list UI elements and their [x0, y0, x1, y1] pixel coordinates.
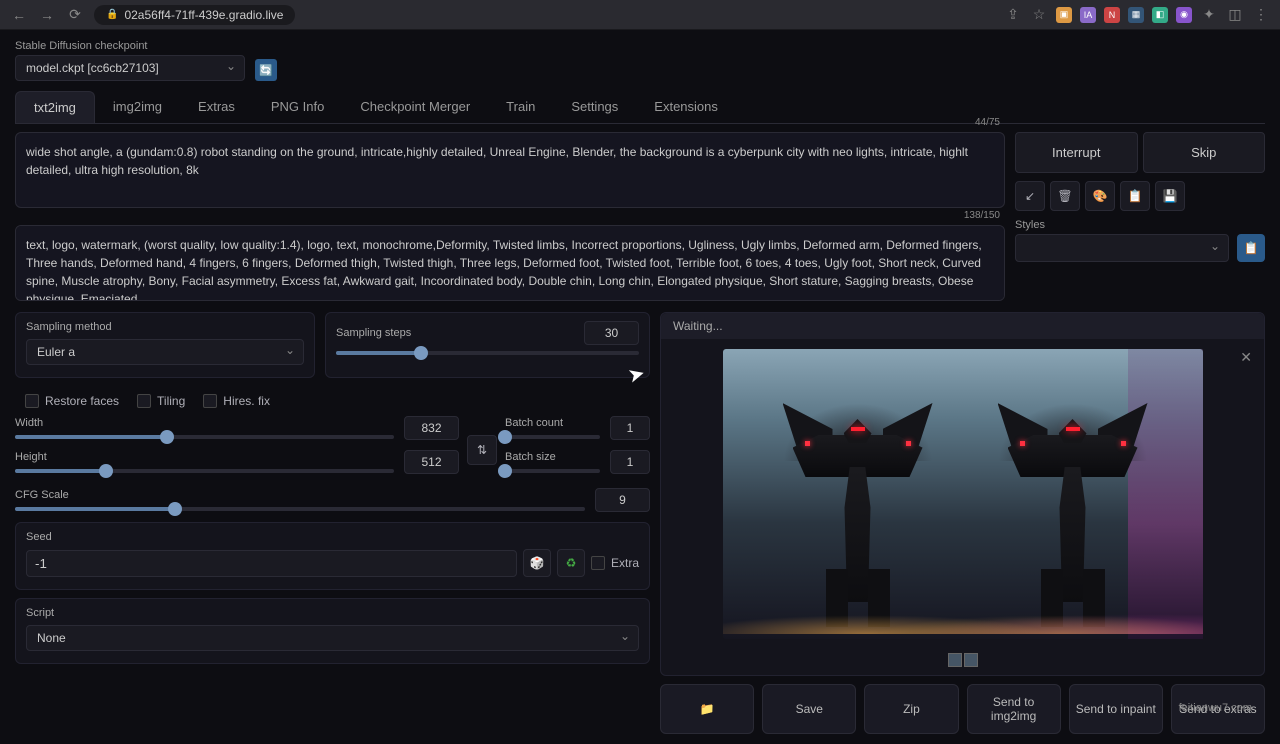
cfg-input[interactable]	[595, 488, 650, 512]
width-slider[interactable]	[15, 435, 394, 439]
batch-count-label: Batch count	[505, 417, 600, 429]
random-seed-button[interactable]: 🎲	[523, 549, 551, 577]
prompt-input[interactable]	[15, 132, 1005, 208]
output-status: Waiting...	[661, 313, 1264, 339]
seed-input[interactable]	[26, 550, 517, 577]
checkpoint-label: Stable Diffusion checkpoint	[15, 40, 245, 52]
open-folder-button[interactable]: 📁	[660, 684, 754, 734]
tab-extras[interactable]: Extras	[180, 91, 253, 123]
apply-style-button[interactable]: 📋	[1237, 234, 1265, 262]
refresh-checkpoint-button[interactable]: 🔄	[255, 59, 277, 81]
tab-settings[interactable]: Settings	[553, 91, 636, 123]
palette-tool-icon[interactable]: 🎨	[1085, 181, 1115, 211]
panel-icon[interactable]: ◫	[1226, 6, 1244, 23]
sampling-steps-slider[interactable]	[336, 351, 639, 355]
send-inpaint-button[interactable]: Send to inpaint	[1069, 684, 1163, 734]
thumbnail[interactable]	[948, 653, 962, 667]
script-dropdown[interactable]: None	[26, 625, 639, 651]
extension-icon[interactable]: IA	[1080, 7, 1096, 23]
tab-train[interactable]: Train	[488, 91, 553, 123]
browser-chrome: ← → ⟳ 🔒 02a56ff4-71ff-439e.gradio.live ⇪…	[0, 0, 1280, 30]
watermark: feitianwu7.com	[1179, 702, 1252, 714]
height-label: Height	[15, 451, 394, 463]
sampling-steps-label: Sampling steps	[336, 327, 411, 339]
back-icon[interactable]: ←	[10, 7, 28, 23]
prompt-token-counter: 44/75	[975, 117, 1000, 128]
zip-button[interactable]: Zip	[864, 684, 958, 734]
batch-count-input[interactable]	[610, 416, 650, 440]
save-tool-icon[interactable]: 💾	[1155, 181, 1185, 211]
negative-prompt-input[interactable]	[15, 225, 1005, 301]
extra-seed-checkbox[interactable]: Extra	[591, 556, 639, 570]
tab-img2img[interactable]: img2img	[95, 91, 180, 123]
extensions-icon[interactable]: ✦	[1200, 6, 1218, 23]
reload-icon[interactable]: ⟳	[66, 6, 84, 23]
tiling-checkbox[interactable]: Tiling	[137, 394, 185, 408]
restore-faces-checkbox[interactable]: Restore faces	[25, 394, 119, 408]
sampling-method-dropdown[interactable]: Euler a	[26, 339, 304, 365]
forward-icon[interactable]: →	[38, 7, 56, 23]
skip-button[interactable]: Skip	[1143, 132, 1266, 173]
batch-size-label: Batch size	[505, 451, 600, 463]
sampling-steps-input[interactable]	[584, 321, 639, 345]
tab-txt2img[interactable]: txt2img	[15, 91, 95, 123]
interrupt-button[interactable]: Interrupt	[1015, 132, 1138, 173]
tab-extensions[interactable]: Extensions	[636, 91, 736, 123]
star-icon[interactable]: ☆	[1030, 6, 1048, 23]
tab-pnginfo[interactable]: PNG Info	[253, 91, 342, 123]
batch-size-input[interactable]	[610, 450, 650, 474]
reuse-seed-button[interactable]: ♻	[557, 549, 585, 577]
batch-count-slider[interactable]	[505, 435, 600, 439]
extension-icon[interactable]: ▣	[1056, 7, 1072, 23]
clipboard-tool-icon[interactable]: 📋	[1120, 181, 1150, 211]
tab-checkpoint-merger[interactable]: Checkpoint Merger	[342, 91, 488, 123]
output-image[interactable]	[723, 349, 1203, 639]
send-img2img-button[interactable]: Send to img2img	[967, 684, 1061, 734]
checkpoint-dropdown[interactable]: model.ckpt [cc6cb27103]	[15, 55, 245, 81]
script-label: Script	[26, 607, 639, 619]
lock-icon: 🔒	[106, 9, 118, 20]
close-icon[interactable]: ✕	[1240, 349, 1252, 366]
share-icon[interactable]: ⇪	[1004, 6, 1022, 23]
cfg-label: CFG Scale	[15, 489, 585, 501]
swap-dimensions-button[interactable]: ⇅	[467, 435, 497, 465]
trash-tool-icon[interactable]: 🗑	[1050, 181, 1080, 211]
width-input[interactable]	[404, 416, 459, 440]
extension-icon[interactable]: ◧	[1152, 7, 1168, 23]
url-bar[interactable]: 🔒 02a56ff4-71ff-439e.gradio.live	[94, 5, 295, 25]
url-text: 02a56ff4-71ff-439e.gradio.live	[124, 8, 283, 22]
sampling-method-label: Sampling method	[26, 321, 304, 333]
extension-icon[interactable]: ▦	[1128, 7, 1144, 23]
thumbnail[interactable]	[964, 653, 978, 667]
output-panel: Waiting... ✕	[660, 312, 1265, 676]
width-label: Width	[15, 417, 394, 429]
cfg-slider[interactable]	[15, 507, 585, 511]
save-button[interactable]: Save	[762, 684, 856, 734]
extension-icon[interactable]: ◉	[1176, 7, 1192, 23]
seed-label: Seed	[26, 531, 639, 543]
hires-fix-checkbox[interactable]: Hires. fix	[203, 394, 270, 408]
batch-size-slider[interactable]	[505, 469, 600, 473]
styles-dropdown[interactable]	[1015, 234, 1229, 262]
height-slider[interactable]	[15, 469, 394, 473]
main-tabs: txt2img img2img Extras PNG Info Checkpoi…	[15, 91, 1265, 124]
height-input[interactable]	[404, 450, 459, 474]
negprompt-token-counter: 138/150	[964, 210, 1000, 221]
styles-label: Styles	[1015, 219, 1229, 231]
menu-icon[interactable]: ⋮	[1252, 6, 1270, 23]
extension-icon[interactable]: N	[1104, 7, 1120, 23]
arrow-tool-icon[interactable]: ↙	[1015, 181, 1045, 211]
thumbnail-strip	[661, 649, 1264, 675]
